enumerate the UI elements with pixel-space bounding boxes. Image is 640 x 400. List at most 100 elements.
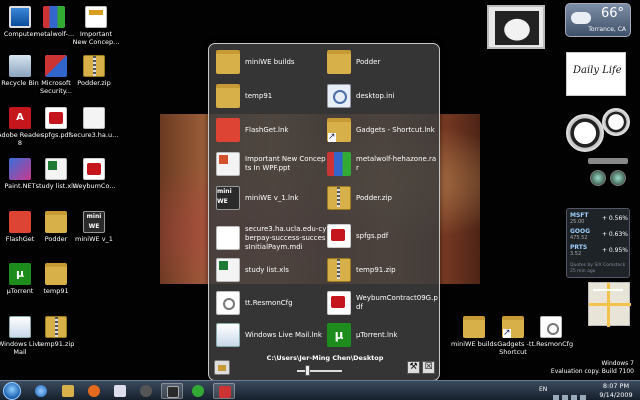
mail-icon (216, 323, 240, 347)
tray-icon[interactable] (553, 395, 559, 400)
folder-icon (45, 263, 67, 285)
mail-icon (9, 316, 31, 338)
stocks-gadget[interactable]: MSFT 25.00 + 0.56% GOOG 475.52 + 0.63% P… (566, 208, 630, 278)
volume-icon[interactable] (580, 395, 586, 400)
stack-item[interactable]: Gadgets - Shortcut.lnk (327, 116, 439, 144)
stack-item[interactable]: temp91.zip (327, 256, 439, 284)
stack-item[interactable]: tt.ResmonCfg (216, 289, 328, 317)
slideshow-gadget[interactable] (487, 5, 545, 49)
folder-icon (327, 50, 351, 74)
application-icon (219, 386, 231, 398)
cpu-meter-gadget[interactable] (566, 108, 632, 154)
stack-item[interactable]: desktop.ini (327, 82, 439, 110)
media-gadget[interactable] (588, 158, 628, 198)
stop-button-icon[interactable] (610, 170, 626, 186)
map-gadget[interactable] (588, 282, 631, 327)
desktop-icon-important-concepts[interactable]: Important New Concep... (72, 6, 120, 46)
stack-item[interactable]: mini WE miniWE v_1.lnk (216, 184, 328, 212)
map-road (593, 289, 623, 291)
stack-item[interactable]: Podder.zip (327, 184, 439, 212)
slideshow-photo (495, 11, 539, 45)
icon-size-slider[interactable] (297, 370, 342, 372)
desktop-icon-resmoncfg[interactable]: tt.ResmonCfg (527, 316, 575, 348)
watermark-build: Evaluation copy. Build 7100 (550, 368, 634, 375)
powerpoint-icon (216, 152, 240, 176)
system-tray[interactable] (553, 387, 591, 400)
windows-watermark: Windows 7 Evaluation copy. Build 7100 (551, 360, 634, 376)
stack-item[interactable]: µ µTorrent.lnk (327, 321, 439, 349)
excel-icon (45, 158, 67, 180)
stock-row[interactable]: PRTS 3.52 + 0.95% (570, 244, 628, 258)
close-icon[interactable]: ☒ (422, 361, 435, 374)
taskbar-explorer[interactable] (57, 383, 79, 399)
stack-item[interactable]: metalwolf-hehazone.rar (327, 150, 439, 178)
stock-row[interactable]: MSFT 25.00 + 0.56% (570, 212, 628, 226)
stock-row[interactable]: GOOG 475.52 + 0.63% (570, 228, 628, 242)
start-button[interactable] (3, 382, 21, 400)
weather-gadget[interactable]: 66° Torrance, CA (565, 3, 631, 37)
flashget-icon (216, 118, 240, 142)
desktop-icon-podder-zip[interactable]: Podder.zip (70, 55, 118, 87)
stack-item[interactable]: Important New Concepts In WPF.ppt (216, 150, 328, 178)
stack-item[interactable]: WeybumContract09G.pdf (327, 289, 439, 317)
utorrent-icon: µ (9, 263, 31, 285)
taskbar-app[interactable] (213, 383, 235, 399)
slider-thumb[interactable] (305, 365, 310, 376)
language-indicator[interactable]: EN (539, 386, 547, 393)
clock[interactable]: 8:07 PM 9/14/2009 (594, 382, 638, 400)
zip-folder-icon (83, 55, 105, 77)
stack-item[interactable]: temp91 (216, 82, 328, 110)
desktop-icon-metalwolf[interactable]: metalwolf-... (30, 6, 78, 38)
stack-item[interactable]: Podder (327, 48, 439, 76)
desktop-icon-temp91-zip[interactable]: temp91.zip (32, 316, 80, 348)
open-folder-button[interactable] (214, 360, 230, 375)
weather-temperature: 66° (600, 6, 624, 21)
miniwe-icon: mini WE (216, 186, 240, 210)
stock-change: + 0.63% (602, 231, 628, 238)
stock-symbol: GOOG (570, 228, 591, 235)
desktop-icon-label: Important New Concep... (72, 30, 120, 46)
stack-item[interactable]: miniWE builds (216, 48, 328, 76)
taskbar-mail[interactable] (109, 383, 131, 399)
stack-item[interactable]: secure3.ha.ucla.edu-cyberpay-success-suc… (216, 220, 328, 256)
paint-icon (9, 158, 31, 180)
shortcut-folder-icon (327, 118, 351, 142)
stack-item-label: µTorrent.lnk (356, 330, 398, 339)
tools-icon[interactable]: ⚒ (407, 361, 420, 374)
desktop-icon-label: metalwolf-... (33, 30, 75, 38)
stock-price: 475.52 (570, 235, 588, 241)
desktop-icon-weyburn[interactable]: WeybumCo... (70, 158, 118, 190)
media-bar (588, 158, 628, 164)
taskbar-miniwe[interactable] (161, 383, 183, 399)
taskbar-steam[interactable] (135, 383, 157, 399)
desktop-stack-popup: miniWE builds Podder temp91 desktop.ini … (208, 43, 440, 381)
excel-icon (216, 258, 240, 282)
folder-icon (463, 316, 485, 338)
desktop-icon-miniwe[interactable]: mini WE miniWE v_1 (70, 211, 118, 243)
desktop-icon-secure3[interactable]: secure3.ha.u... (70, 107, 118, 139)
play-button-icon[interactable] (590, 170, 606, 186)
taskbar-messenger[interactable] (187, 383, 209, 399)
stack-item-label: secure3.ha.ucla.edu-cyberpay-success-suc… (245, 224, 327, 251)
clock-date: 9/14/2009 (599, 391, 633, 399)
daily-life-gadget[interactable]: Daily Life (566, 52, 626, 96)
taskbar-ie[interactable] (30, 383, 52, 399)
taskbar-media-player[interactable] (83, 383, 105, 399)
stock-symbol: PRTS (570, 244, 588, 251)
tray-icon[interactable] (562, 395, 568, 400)
document-icon (83, 107, 105, 129)
network-icon[interactable] (571, 395, 577, 400)
stack-item[interactable]: spfgs.pdf (327, 222, 439, 250)
flashget-icon (9, 211, 31, 233)
zip-folder-icon (327, 186, 351, 210)
desktop-icon-label: temp91 (43, 287, 69, 295)
zip-folder-icon (45, 316, 67, 338)
utorrent-icon: µ (327, 323, 351, 347)
stack-item[interactable]: FlashGet.lnk (216, 116, 328, 144)
desktop-icon-temp91[interactable]: temp91 (32, 263, 80, 295)
recycle-bin-icon (9, 55, 31, 77)
watermark-os: Windows 7 (601, 360, 634, 367)
stack-item[interactable]: Windows Live Mail.lnk (216, 321, 328, 349)
stack-item[interactable]: study list.xls (216, 256, 328, 284)
desktop-icon-label: temp91.zip (37, 340, 75, 348)
